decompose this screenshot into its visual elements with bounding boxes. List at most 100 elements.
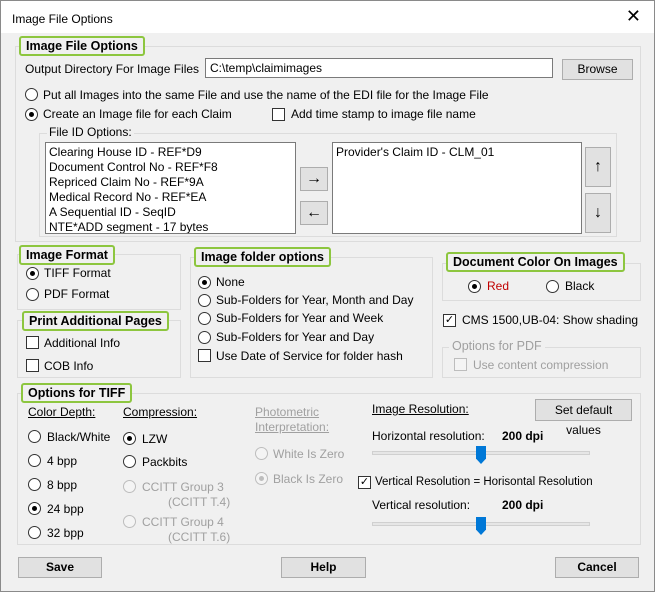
folder-yw-label: Sub-Folders for Year and Week bbox=[216, 311, 384, 325]
compression-ccitt4-radio[interactable] bbox=[123, 515, 136, 528]
help-button[interactable]: Help bbox=[281, 557, 366, 578]
image-format-title: Image Format bbox=[19, 245, 115, 265]
compression-ccitt3-label: CCITT Group 3 bbox=[142, 480, 224, 494]
available-ids-list[interactable]: Clearing House ID - REF*D9 Document Cont… bbox=[45, 142, 296, 234]
arrow-up-icon: ↑ bbox=[594, 158, 602, 175]
compression-ccitt4-sublabel: (CCITT T.6) bbox=[168, 530, 231, 544]
black-is-zero-radio[interactable] bbox=[255, 472, 268, 485]
move-up-button[interactable]: ↑ bbox=[585, 147, 611, 187]
compression-lzw-label: LZW bbox=[142, 432, 168, 446]
tiff-format-label: TIFF Format bbox=[44, 266, 111, 280]
radio-each-claim[interactable] bbox=[25, 108, 38, 121]
cms-shading-checkbox[interactable]: ✓ bbox=[443, 314, 456, 327]
tiff-format-radio[interactable] bbox=[26, 267, 39, 280]
content-compression-label: Use content compression bbox=[473, 358, 609, 372]
timestamp-label: Add time stamp to image file name bbox=[291, 107, 476, 121]
compression-label: Compression: bbox=[123, 405, 198, 419]
depth-24bpp-label: 24 bpp bbox=[47, 502, 84, 516]
image-folder-options-title: Image folder options bbox=[194, 247, 331, 267]
output-dir-input[interactable]: C:\temp\claimimages bbox=[205, 58, 553, 78]
document-color-title: Document Color On Images bbox=[446, 252, 625, 272]
folder-yw-radio[interactable] bbox=[198, 312, 211, 325]
horizontal-resolution-value: 200 dpi bbox=[502, 429, 544, 443]
photometric-sublabel: Interpretation: bbox=[255, 420, 330, 434]
black-is-zero-label: Black Is Zero bbox=[273, 472, 344, 486]
depth-32bpp-radio[interactable] bbox=[28, 526, 41, 539]
color-red-radio[interactable] bbox=[468, 280, 481, 293]
compression-lzw-radio[interactable] bbox=[123, 432, 136, 445]
list-item[interactable]: Document Control No - REF*F8 bbox=[49, 160, 292, 175]
depth-24bpp-radio[interactable] bbox=[28, 502, 41, 515]
color-black-radio[interactable] bbox=[546, 280, 559, 293]
list-item[interactable]: NTE*ADD segment - 17 bytes bbox=[49, 220, 292, 233]
horizontal-resolution-label: Horizontal resolution: bbox=[372, 429, 485, 443]
depth-bw-label: Black/White bbox=[47, 430, 111, 444]
arrow-down-icon: ↓ bbox=[594, 204, 602, 221]
content-compression-checkbox[interactable] bbox=[454, 358, 467, 371]
compression-packbits-radio[interactable] bbox=[123, 455, 136, 468]
pdf-options-title: Options for PDF bbox=[449, 339, 545, 353]
cancel-button[interactable]: Cancel bbox=[555, 557, 639, 578]
pdf-format-label: PDF Format bbox=[44, 287, 110, 301]
cms-shading-label: CMS 1500,UB-04: Show shading bbox=[462, 313, 639, 327]
move-right-button[interactable]: → bbox=[300, 167, 328, 191]
image-file-options-title: Image File Options bbox=[19, 36, 145, 56]
file-id-options-label: File ID Options: bbox=[47, 125, 134, 139]
color-black-label: Black bbox=[565, 279, 595, 293]
selected-ids-list[interactable]: Provider's Claim ID - CLM_01 bbox=[332, 142, 582, 234]
depth-8bpp-label: 8 bpp bbox=[47, 478, 78, 492]
list-item[interactable]: Repriced Claim No - REF*9A bbox=[49, 175, 292, 190]
dos-folder-hash-checkbox[interactable] bbox=[198, 349, 211, 362]
dos-folder-hash-label: Use Date of Service for folder hash bbox=[216, 349, 403, 363]
photometric-label: Photometric bbox=[255, 405, 320, 419]
window-title: Image File Options bbox=[12, 12, 113, 26]
folder-ymd-label: Sub-Folders for Year, Month and Day bbox=[216, 293, 414, 307]
radio-all-in-one-label: Put all Images into the same File and us… bbox=[43, 88, 489, 102]
additional-info-checkbox[interactable] bbox=[26, 336, 39, 349]
folder-ymd-radio[interactable] bbox=[198, 294, 211, 307]
white-is-zero-label: White Is Zero bbox=[273, 447, 345, 461]
compression-ccitt3-sublabel: (CCITT T.4) bbox=[168, 495, 231, 509]
list-item[interactable]: Provider's Claim ID - CLM_01 bbox=[336, 145, 578, 160]
folder-yd-label: Sub-Folders for Year and Day bbox=[216, 330, 375, 344]
compression-ccitt3-radio[interactable] bbox=[123, 480, 136, 493]
color-red-label: Red bbox=[487, 279, 510, 293]
cob-info-label: COB Info bbox=[44, 359, 94, 373]
depth-4bpp-label: 4 bpp bbox=[47, 454, 78, 468]
white-is-zero-radio[interactable] bbox=[255, 447, 268, 460]
arrow-left-icon: ← bbox=[306, 204, 322, 221]
cob-info-checkbox[interactable] bbox=[26, 359, 39, 372]
color-depth-label: Color Depth: bbox=[28, 405, 96, 419]
pdf-format-radio[interactable] bbox=[26, 288, 39, 301]
tiff-options-title: Options for TIFF bbox=[21, 383, 133, 403]
additional-info-label: Additional Info bbox=[44, 336, 121, 350]
folder-none-radio[interactable] bbox=[198, 276, 211, 289]
output-dir-label: Output Directory For Image Files bbox=[25, 62, 200, 76]
radio-all-in-one[interactable] bbox=[25, 88, 38, 101]
depth-4bpp-radio[interactable] bbox=[28, 454, 41, 467]
close-icon[interactable]: ✕ bbox=[626, 7, 641, 25]
set-default-values-button[interactable]: Set default values bbox=[535, 399, 632, 437]
radio-each-claim-label: Create an Image file for each Claim bbox=[43, 107, 232, 121]
browse-button[interactable]: Browse bbox=[562, 59, 633, 80]
move-left-button[interactable]: ← bbox=[300, 201, 328, 225]
save-button[interactable]: Save bbox=[18, 557, 102, 578]
depth-8bpp-radio[interactable] bbox=[28, 478, 41, 491]
print-additional-title: Print Additional Pages bbox=[22, 311, 169, 331]
compression-packbits-label: Packbits bbox=[142, 455, 188, 469]
list-item[interactable]: A Sequential ID - SeqID bbox=[49, 205, 292, 220]
move-down-button[interactable]: ↓ bbox=[585, 193, 611, 233]
vertical-equals-checkbox[interactable]: ✓ bbox=[358, 476, 371, 489]
timestamp-checkbox[interactable] bbox=[272, 108, 285, 121]
folder-none-label: None bbox=[216, 275, 245, 289]
list-item[interactable]: Medical Record No - REF*EA bbox=[49, 190, 292, 205]
image-resolution-label: Image Resolution: bbox=[372, 402, 469, 416]
image-file-options-dialog: Image File Options ✕ Image File Options … bbox=[0, 0, 655, 592]
depth-bw-radio[interactable] bbox=[28, 430, 41, 443]
title-bar: Image File Options ✕ bbox=[1, 1, 654, 33]
vertical-resolution-label: Vertical resolution: bbox=[372, 498, 471, 512]
arrow-right-icon: → bbox=[306, 170, 322, 187]
folder-yd-radio[interactable] bbox=[198, 331, 211, 344]
compression-ccitt4-label: CCITT Group 4 bbox=[142, 515, 224, 529]
list-item[interactable]: Clearing House ID - REF*D9 bbox=[49, 145, 292, 160]
